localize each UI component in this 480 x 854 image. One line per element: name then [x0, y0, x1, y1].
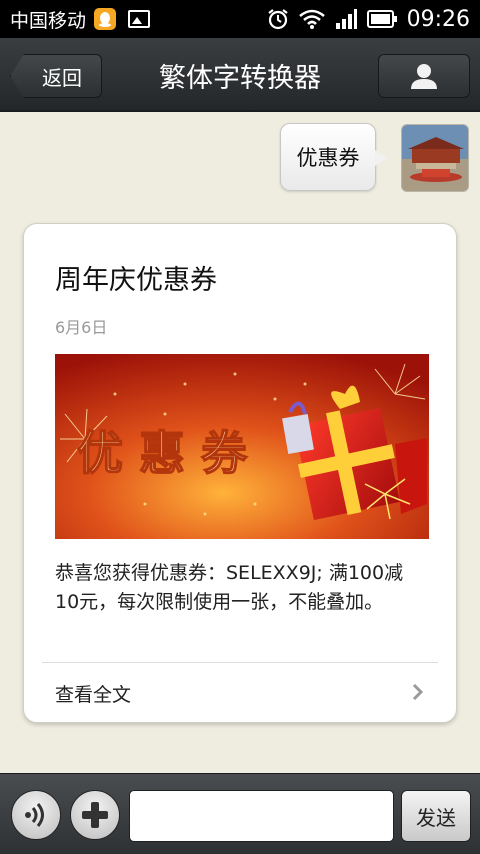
- read-more-row[interactable]: 查看全文: [24, 663, 456, 721]
- status-bar: 中国移动 09:26: [0, 0, 480, 38]
- status-icons: 09:26: [267, 7, 470, 32]
- message-input[interactable]: [129, 790, 394, 842]
- battery-icon: [366, 10, 397, 28]
- banner-text: 优 惠 券: [77, 426, 248, 480]
- profile-button[interactable]: [378, 54, 470, 98]
- signal-icon: [335, 9, 357, 29]
- avatar[interactable]: [401, 124, 469, 192]
- qq-notification-icon: [94, 8, 117, 30]
- article-card[interactable]: 周年庆优惠券 6月6日 优 惠 券 恭喜您获得优惠券：SELEXX9J; 满10…: [23, 223, 457, 723]
- input-bar: 发送: [0, 773, 480, 854]
- back-button[interactable]: 返回: [10, 54, 102, 98]
- plus-icon: [82, 802, 108, 828]
- chevron-right-icon: [412, 683, 424, 701]
- carrier-name: 中国移动: [10, 9, 87, 32]
- plus-button[interactable]: [70, 790, 120, 840]
- coupon-banner-image: 优 惠 券: [55, 354, 429, 539]
- person-icon: [411, 64, 437, 89]
- alarm-icon: [267, 9, 288, 30]
- card-description: 恭喜您获得优惠券：SELEXX9J; 满100减10元，每次限制使用一张，不能叠…: [55, 562, 404, 613]
- wifi-icon: [298, 9, 325, 29]
- voice-button[interactable]: [11, 790, 61, 840]
- clock: 09:26: [406, 6, 470, 32]
- image-notification-icon: [128, 10, 151, 28]
- read-more-label: 查看全文: [55, 684, 132, 706]
- card-title: 周年庆优惠券: [55, 265, 217, 296]
- title-bar: 返回 繁体字转换器: [0, 38, 480, 112]
- send-button[interactable]: 发送: [401, 790, 471, 842]
- sent-message-bubble[interactable]: 优惠券: [280, 123, 387, 191]
- voice-icon: [25, 803, 44, 827]
- card-date: 6月6日: [55, 318, 108, 337]
